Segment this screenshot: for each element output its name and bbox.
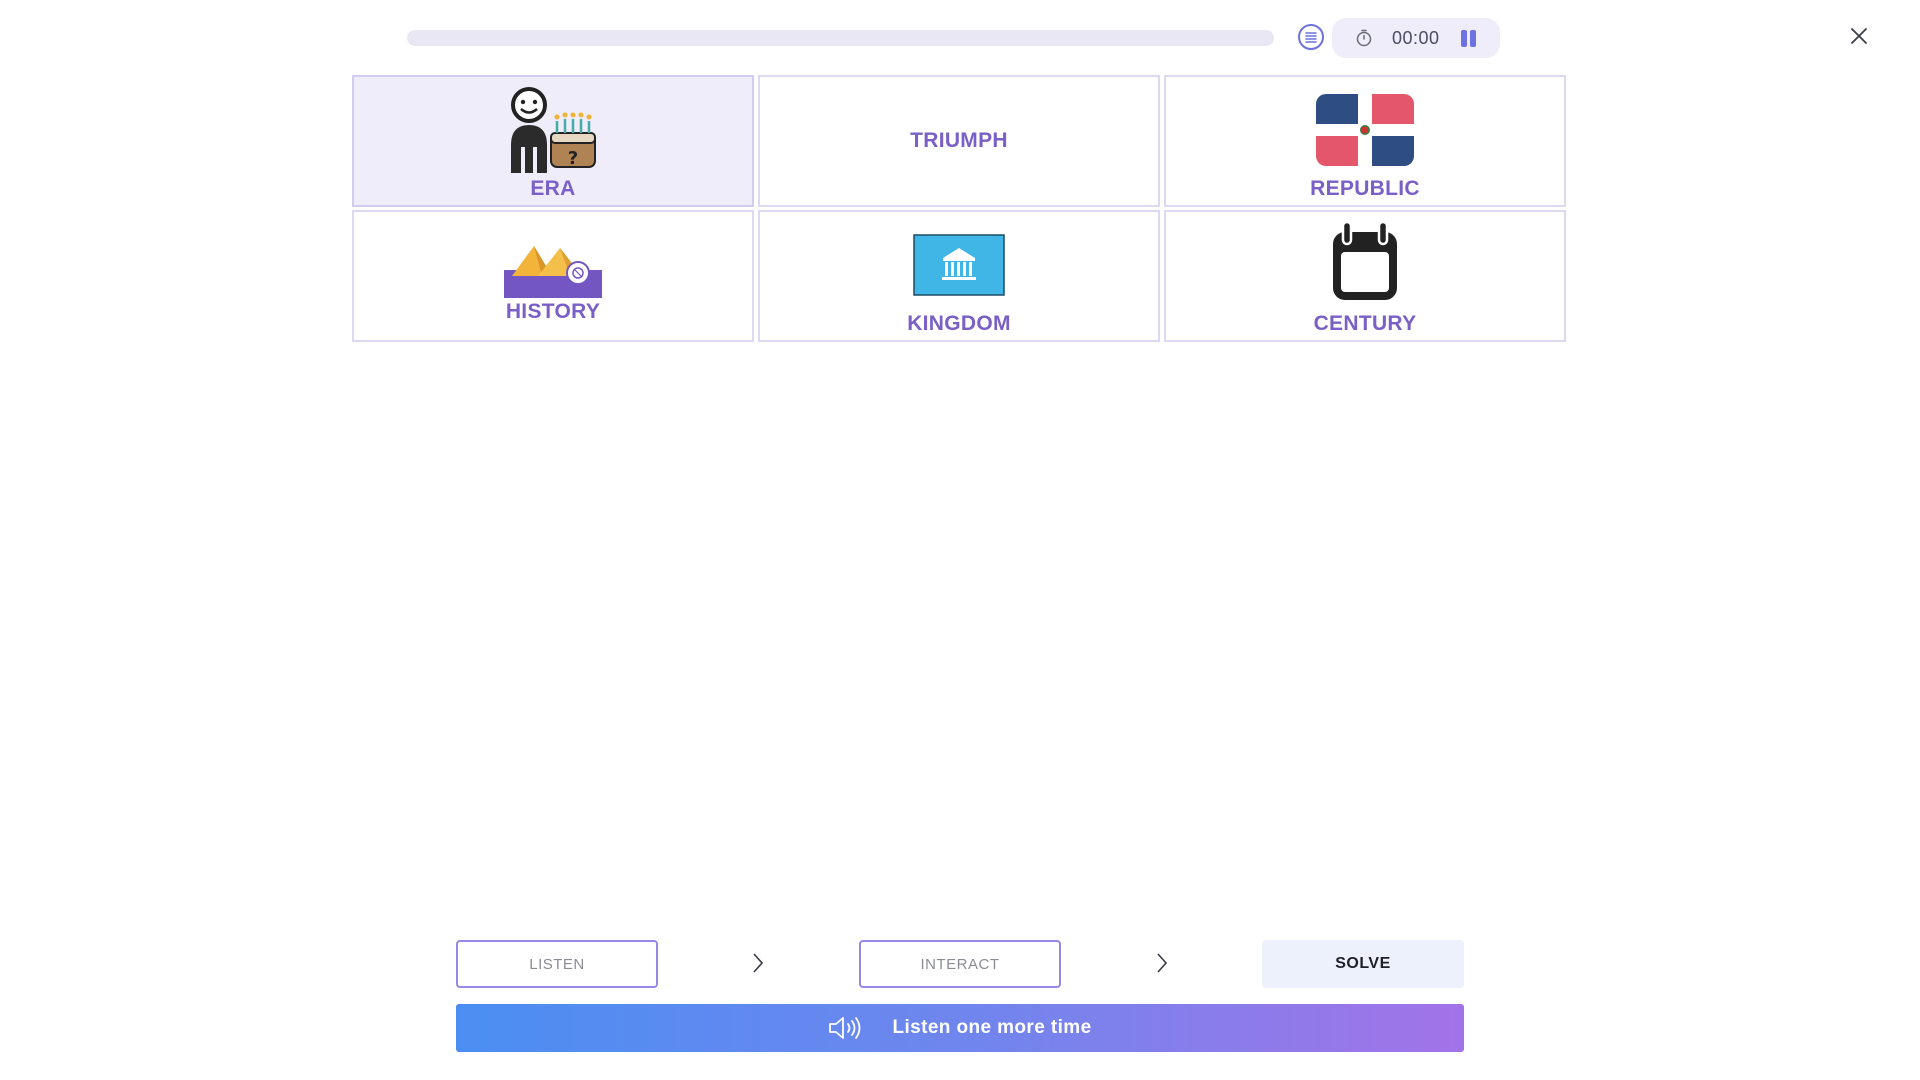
- card-history[interactable]: HISTORY: [352, 210, 754, 342]
- transcript-button[interactable]: [1298, 24, 1324, 50]
- card-label: ERA: [530, 177, 576, 200]
- listen-again-button[interactable]: Listen one more time: [456, 1004, 1464, 1052]
- step-solve[interactable]: SOLVE: [1262, 940, 1464, 988]
- progress-bar: [407, 30, 1274, 46]
- close-icon[interactable]: [1847, 24, 1871, 48]
- step-listen[interactable]: LISTEN: [456, 940, 658, 988]
- card-century[interactable]: CENTURY: [1164, 210, 1566, 342]
- card-label: HISTORY: [505, 300, 601, 323]
- svg-text:?: ?: [568, 148, 578, 169]
- answer-grid: ? ERA TRIUMPH REPUBLIC HISTORY KINGDOM C…: [352, 75, 1568, 342]
- timer-panel: 00:00: [1332, 18, 1500, 58]
- pyramids-icon: [504, 246, 602, 298]
- chevron-right-icon: [1157, 953, 1168, 973]
- card-republic[interactable]: REPUBLIC: [1164, 75, 1566, 207]
- list-icon: [1305, 32, 1317, 43]
- chevron-right-icon: [753, 953, 764, 973]
- unesco-flag-icon: [913, 234, 1005, 296]
- card-kingdom[interactable]: KINGDOM: [758, 210, 1160, 342]
- card-label: REPUBLIC: [1310, 177, 1420, 200]
- dominican-flag-icon: [1316, 94, 1414, 166]
- card-label: KINGDOM: [907, 312, 1011, 335]
- card-triumph[interactable]: TRIUMPH: [758, 75, 1160, 207]
- card-era[interactable]: ? ERA: [352, 75, 754, 207]
- pause-button[interactable]: [1458, 29, 1478, 49]
- step-interact[interactable]: INTERACT: [859, 940, 1061, 988]
- stopwatch-icon: [1356, 29, 1372, 47]
- card-label: CENTURY: [1313, 312, 1417, 335]
- listen-again-label: Listen one more time: [892, 1017, 1092, 1038]
- person-birthday-cake-icon: ?: [511, 87, 596, 173]
- card-label: TRIUMPH: [910, 129, 1008, 152]
- calendar-icon: [1333, 222, 1397, 300]
- speaker-icon: [829, 1017, 861, 1039]
- timer-display: 00:00: [1392, 28, 1440, 48]
